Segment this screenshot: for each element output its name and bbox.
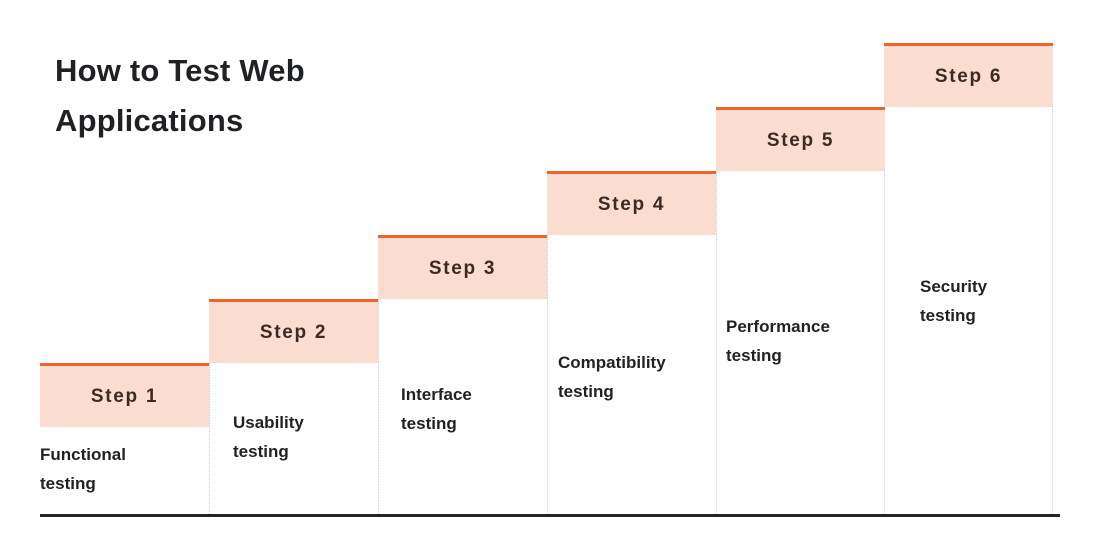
step-label: Security testing (920, 277, 988, 326)
step-number-text: Step 2 (259, 321, 328, 343)
step-label: Performance testing (726, 317, 830, 366)
step-number-text: Step 4 (597, 193, 666, 215)
step-block[interactable]: Step 4 (547, 171, 716, 235)
step-number-text: Step 6 (934, 65, 1003, 87)
step-column[interactable]: Step 4 (547, 0, 716, 560)
step-column[interactable]: Step 3 (378, 0, 547, 560)
step-label: Compatibility testing (558, 353, 666, 402)
step-block[interactable]: Step 3 (378, 235, 547, 299)
step-block[interactable]: Step 6 (884, 43, 1053, 107)
staircase-diagram: Step 1 Functional testing Step 2 Usability … (0, 0, 1120, 560)
step-label: Functional testing (40, 445, 126, 494)
step-number-text: Step 1 (90, 385, 159, 407)
step-block[interactable]: Step 2 (209, 299, 378, 363)
step-column[interactable]: Step 5 (716, 0, 885, 560)
step-number-text: Step 3 (428, 257, 497, 279)
step-block[interactable]: Step 1 (40, 363, 209, 427)
infographic-canvas: How to Test Web Applications Step 1 Funct… (0, 0, 1120, 560)
step-column[interactable]: Step 2 (209, 0, 378, 560)
step-block[interactable]: Step 5 (716, 107, 885, 171)
baseline-rule (40, 514, 1060, 517)
step-number-text: Step 5 (766, 129, 835, 151)
